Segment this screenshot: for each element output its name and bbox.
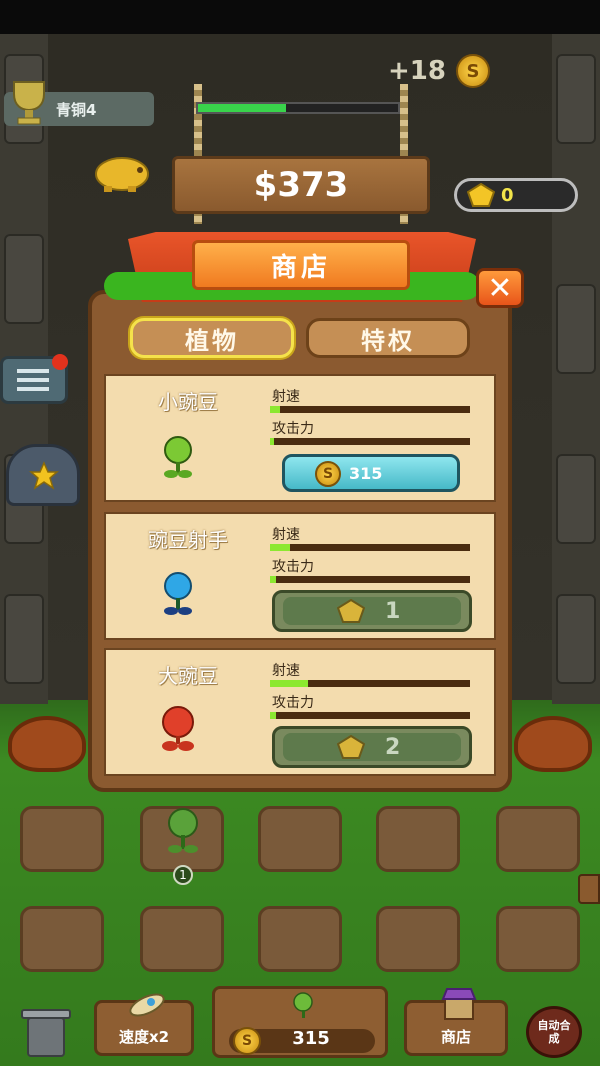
tab-plants[interactable]: 植物 xyxy=(130,318,294,358)
buy-coin-button[interactable]: S 315 xyxy=(282,454,460,492)
trash-can-icon xyxy=(21,1009,71,1057)
attack-label: 攻击力 xyxy=(272,421,314,437)
notification-dot xyxy=(52,354,68,370)
field-plot[interactable] xyxy=(20,806,104,872)
item-price: 2 xyxy=(385,734,401,760)
big-pea-icon xyxy=(162,706,194,751)
seedling-icon xyxy=(168,808,198,853)
attack-label: 攻击力 xyxy=(272,695,314,711)
seedling-level-badge: 1 xyxy=(173,865,193,885)
coins-gain-text: +18 xyxy=(388,56,446,86)
achievement-portal-button[interactable] xyxy=(6,444,80,506)
item-price: 315 xyxy=(349,463,383,483)
field-plot[interactable]: 1 xyxy=(140,806,224,885)
money-sign: $373 xyxy=(172,156,430,214)
pea-plant-icon xyxy=(164,436,192,478)
piggy-bank-icon[interactable] xyxy=(90,152,154,192)
star-icon xyxy=(29,461,59,490)
speed-bar xyxy=(270,406,470,413)
buy-gem-button[interactable]: 1 xyxy=(272,590,472,632)
seedling-icon xyxy=(293,992,313,1018)
buy-plant-price: 315 xyxy=(292,1028,330,1049)
shop-item-card: 大豌豆 射速 攻击力 2 xyxy=(104,648,496,776)
auto-merge-label: 自动合成 xyxy=(537,1019,571,1045)
field-plot[interactable] xyxy=(20,906,104,972)
item-name: 大豌豆 xyxy=(158,664,218,688)
right-flower-pot xyxy=(514,716,592,772)
speed-bar-fill xyxy=(270,544,290,551)
tab-privileges[interactable]: 特权 xyxy=(306,318,470,358)
pea-shooter-icon xyxy=(164,572,192,615)
item-name: 小豌豆 xyxy=(158,390,218,414)
buy-plant-button[interactable]: S 315 xyxy=(212,986,388,1058)
speed-label: 射速 xyxy=(272,663,300,679)
attack-bar-fill xyxy=(270,438,274,445)
attack-label: 攻击力 xyxy=(272,559,314,575)
shop-item-card: 豌豆射手 射速 攻击力 1 xyxy=(104,512,496,640)
field-plot[interactable] xyxy=(258,806,342,872)
speed-bar xyxy=(270,680,470,687)
enemy-health-bar xyxy=(196,102,400,114)
buy-gem-button[interactable]: 2 xyxy=(272,726,472,768)
speed-label: 射速 xyxy=(272,389,300,405)
field-plot[interactable] xyxy=(376,906,460,972)
coin-icon: S xyxy=(233,1027,261,1055)
speed-boost-button[interactable]: 速度x2 xyxy=(94,993,194,1056)
left-flower-pot xyxy=(8,716,86,772)
close-button[interactable]: ✕ xyxy=(476,268,524,308)
shop-button-label: 商店 xyxy=(440,1028,471,1046)
gem-icon xyxy=(337,735,365,759)
gem-counter: 0 xyxy=(454,178,578,212)
speed-bar-fill xyxy=(270,680,308,687)
speed-label: 射速 xyxy=(272,527,300,543)
rank-badge[interactable]: 青铜4 xyxy=(4,81,154,126)
shop-title: 商店 xyxy=(192,240,410,290)
auto-merge-button[interactable]: 自动合成 xyxy=(526,1006,582,1058)
trash-button[interactable] xyxy=(20,1008,72,1058)
gem-icon xyxy=(337,599,365,623)
item-price: 1 xyxy=(385,598,401,624)
field-plot[interactable] xyxy=(496,906,580,972)
attack-bar-fill xyxy=(270,576,276,583)
attack-bar xyxy=(270,438,470,445)
attack-bar-fill xyxy=(270,712,276,719)
gem-icon xyxy=(467,183,495,207)
shop-stall-icon xyxy=(441,988,477,1020)
attack-bar xyxy=(270,576,470,583)
coin-icon: S xyxy=(315,461,341,487)
speed-bar xyxy=(270,544,470,551)
gem-count: 0 xyxy=(501,184,514,206)
attack-bar xyxy=(270,712,470,719)
side-drawer-tab[interactable] xyxy=(578,874,600,904)
shop-button[interactable]: 商店 xyxy=(404,988,508,1056)
field-plot[interactable] xyxy=(140,906,224,972)
game-screen: 青铜4 +18 S $373 0 商店 ✕ 植物 特权 小豌豆 射速 攻击力 S… xyxy=(0,0,600,1066)
speed-bar-fill xyxy=(270,406,280,413)
field-plot[interactable] xyxy=(376,806,460,872)
field-plot[interactable] xyxy=(496,806,580,872)
rocket-icon xyxy=(129,993,165,1017)
shop-item-card: 小豌豆 射速 攻击力 S 315 xyxy=(104,374,496,502)
rank-label: 青铜4 xyxy=(56,100,97,119)
item-name: 豌豆射手 xyxy=(148,528,228,552)
right-stone-wall xyxy=(552,34,600,704)
field-plot[interactable] xyxy=(258,906,342,972)
coin-icon: S xyxy=(456,54,490,88)
trophy-icon xyxy=(13,81,45,125)
speed-boost-label: 速度x2 xyxy=(118,1028,170,1046)
